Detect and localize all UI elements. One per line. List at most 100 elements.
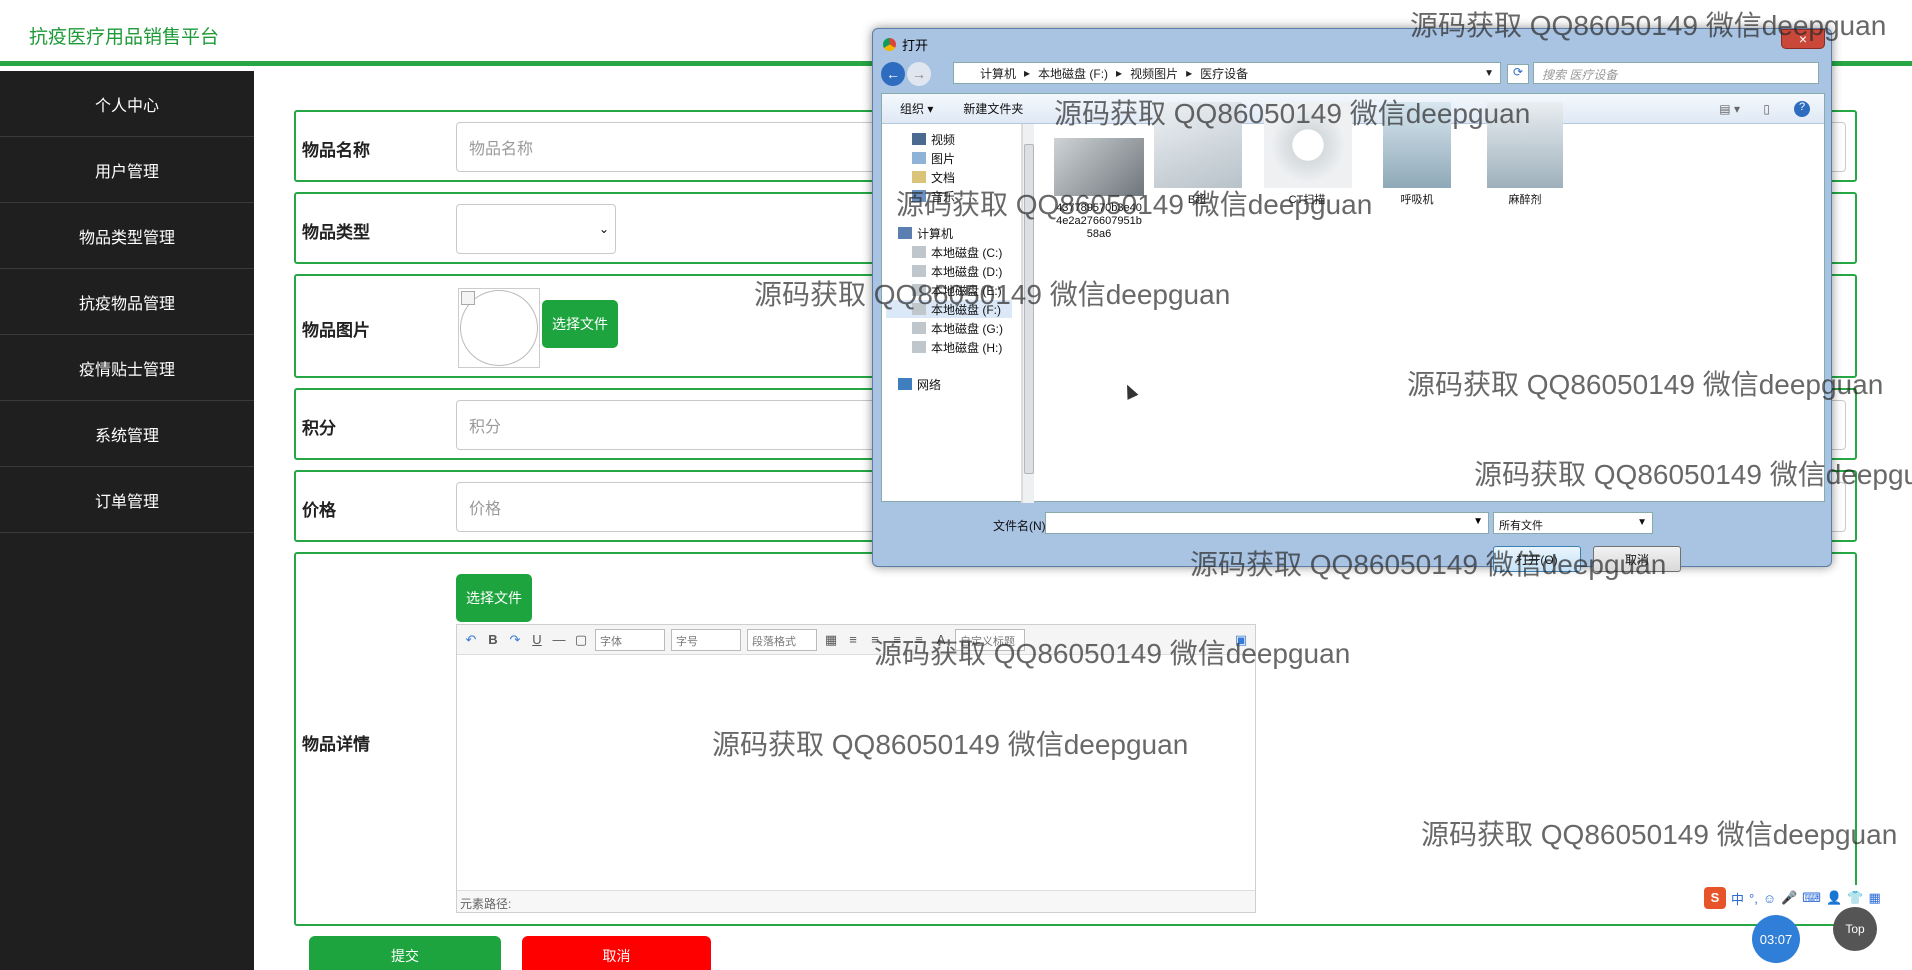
align-center-icon[interactable]: ≡ <box>867 632 883 647</box>
horizontal-rule-icon[interactable]: — <box>551 632 567 647</box>
back-to-top-button[interactable]: Top <box>1833 907 1877 951</box>
organize-menu[interactable]: 组织 ▾ <box>900 100 933 117</box>
sidebar-item-orders[interactable]: 订单管理 <box>0 467 254 533</box>
sidebar-item-system[interactable]: 系统管理 <box>0 401 254 467</box>
forward-icon[interactable]: → <box>907 62 931 86</box>
microphone-icon[interactable]: 🎤 <box>1781 890 1797 906</box>
breadcrumb[interactable]: 计算机 ▸ 本地磁盘 (F:) ▸ 视频图片 ▸ 医疗设备 ▼ <box>953 62 1501 84</box>
chevron-down-icon[interactable]: ▼ <box>1484 68 1494 79</box>
drive-icon <box>912 246 926 258</box>
image-choose-file-button[interactable]: 选择文件 <box>542 300 618 348</box>
name-label: 物品名称 <box>302 141 370 160</box>
filetype-select[interactable]: 所有文件 ▼ <box>1493 512 1653 534</box>
keyboard-icon[interactable]: ⌨ <box>1802 890 1821 906</box>
emoji-icon[interactable]: ☺ <box>1763 891 1776 906</box>
skin-icon[interactable]: 👕 <box>1847 890 1863 906</box>
tree-item-computer[interactable]: 计算机 <box>898 224 953 242</box>
redo-icon[interactable]: ↷ <box>507 632 523 648</box>
font-size-select[interactable]: 字号 <box>671 628 741 651</box>
user-icon[interactable]: 👤 <box>1826 890 1842 906</box>
tree-item-drive-f[interactable]: 本地磁盘 (F:) <box>886 300 1012 318</box>
tree-item-drive-c[interactable]: 本地磁盘 (C:) <box>912 243 1002 261</box>
drive-icon <box>912 284 926 296</box>
refresh-icon[interactable]: ⟳ <box>1507 64 1529 84</box>
sidebar-item-personal-center[interactable]: 个人中心 <box>0 71 254 137</box>
breadcrumb-drive-f[interactable]: 本地磁盘 (F:) <box>1038 65 1108 82</box>
align-justify-icon[interactable]: ≡ <box>911 632 927 647</box>
tree-item-drive-g[interactable]: 本地磁盘 (G:) <box>912 319 1003 337</box>
back-icon[interactable]: ← <box>881 62 905 86</box>
type-select[interactable]: ⌄ <box>456 204 616 254</box>
chevron-down-icon[interactable]: ▼ <box>1473 516 1483 527</box>
cancel-button[interactable]: 取消 <box>522 936 711 970</box>
tree-scrollbar[interactable] <box>1022 124 1034 503</box>
filename-input[interactable]: ▼ <box>1045 512 1489 534</box>
new-folder-button[interactable]: 新建文件夹 <box>963 100 1023 117</box>
table-icon[interactable]: ▦ <box>823 632 839 648</box>
align-left-icon[interactable]: ≡ <box>845 632 861 647</box>
network-icon <box>898 378 912 390</box>
tree-scrollbar-thumb[interactable] <box>1024 144 1034 474</box>
dialog-open-button[interactable]: 打开(O) <box>1493 546 1581 572</box>
ime-language-toggle[interactable]: 中 <box>1731 889 1744 908</box>
tree-item-drive-h[interactable]: 本地磁盘 (H:) <box>912 338 1002 356</box>
underline-icon[interactable]: U <box>529 632 545 647</box>
custom-title-select[interactable]: 自定义标题 <box>955 628 1025 651</box>
dialog-address-bar: ← → 计算机 ▸ 本地磁盘 (F:) ▸ 视频图片 ▸ 医疗设备 ▼ ⟳ 搜索 医疗… <box>881 59 1825 89</box>
broken-image-icon <box>461 291 475 305</box>
document-folder-icon <box>912 171 926 183</box>
dialog-close-button[interactable]: × <box>1781 29 1825 49</box>
sidebar-item-antiepidemic-items[interactable]: 抗疫物品管理 <box>0 269 254 335</box>
ime-toolbar[interactable]: S 中 °, ☺ 🎤 ⌨ 👤 👕 ▦ <box>1700 885 1908 911</box>
bold-icon[interactable]: B <box>485 632 501 647</box>
file-item-hash[interactable]: 437789570b3e404e2a276607951b58a6 <box>1054 138 1144 241</box>
tree-item-network[interactable]: 网络 <box>898 375 941 393</box>
drive-icon <box>912 265 926 277</box>
chevron-down-icon: ⌄ <box>598 222 609 236</box>
tree-item-videos[interactable]: 视频 <box>912 130 955 148</box>
dialog-title: 打开 <box>902 38 929 53</box>
image-preview <box>458 288 540 368</box>
search-input[interactable]: 搜索 医疗设备 <box>1533 62 1819 84</box>
detail-choose-file-button[interactable]: 选择文件 <box>456 574 532 622</box>
file-item-ct-scan[interactable]: CT扫描 <box>1264 102 1352 207</box>
fullscreen-icon[interactable]: ▣ <box>1233 632 1249 648</box>
editor-toolbar: ↶ B ↷ U — ▢ 字体 字号 段落格式 ▦ ≡ ≡ ≡ ≡ A 自定义标题… <box>457 625 1255 655</box>
sidebar-item-users[interactable]: 用户管理 <box>0 137 254 203</box>
font-family-select[interactable]: 字体 <box>595 628 665 651</box>
timer-badge: 03:07 <box>1752 915 1800 963</box>
preview-pane-icon[interactable]: ▯ <box>1763 102 1770 116</box>
align-right-icon[interactable]: ≡ <box>889 632 905 647</box>
page-icon[interactable]: ▢ <box>573 632 589 648</box>
drive-icon <box>912 341 926 353</box>
punctuation-icon[interactable]: °, <box>1749 891 1758 906</box>
file-thumbnail <box>1264 102 1352 188</box>
breadcrumb-medical-equipment[interactable]: 医疗设备 <box>1200 65 1248 82</box>
file-item-anesthesia[interactable]: 麻醉剂 <box>1482 102 1568 207</box>
tree-item-drive-e[interactable]: 本地磁盘 (E:) <box>912 281 1002 299</box>
file-item-b-ultrasound[interactable]: B超 <box>1154 102 1242 207</box>
undo-icon[interactable]: ↶ <box>463 632 479 648</box>
tree-item-drive-d[interactable]: 本地磁盘 (D:) <box>912 262 1002 280</box>
video-folder-icon <box>912 133 926 145</box>
sidebar-item-item-types[interactable]: 物品类型管理 <box>0 203 254 269</box>
tree-item-documents[interactable]: 文档 <box>912 168 955 186</box>
breadcrumb-video-pictures[interactable]: 视频图片 <box>1130 65 1178 82</box>
help-icon[interactable]: ? <box>1794 100 1810 117</box>
tree-item-pictures[interactable]: 图片 <box>912 149 955 167</box>
folder-tree: 视频 图片 文档 音乐 计算机 本地磁盘 (C:) 本地磁盘 (D:) 本地磁盘… <box>882 124 1022 503</box>
sidebar-item-tips[interactable]: 疫情贴士管理 <box>0 335 254 401</box>
submit-button[interactable]: 提交 <box>309 936 501 970</box>
brand-title: 抗疫医疗用品销售平台 <box>29 27 220 48</box>
filename-label: 文件名(N): <box>993 519 1049 533</box>
tree-item-music[interactable]: 音乐 <box>912 187 955 205</box>
breadcrumb-computer[interactable]: 计算机 <box>980 65 1016 82</box>
chrome-icon <box>883 38 896 51</box>
dialog-cancel-button[interactable]: 取消 <box>1593 546 1681 572</box>
paragraph-format-select[interactable]: 段落格式 <box>747 628 817 651</box>
file-item-ventilator[interactable]: 呼吸机 <box>1374 102 1460 207</box>
editor-content-area[interactable] <box>457 655 1255 891</box>
grid-menu-icon[interactable]: ▦ <box>1868 890 1880 906</box>
font-color-icon[interactable]: A <box>933 632 949 647</box>
view-options-icon[interactable]: ▤ ▾ <box>1719 102 1740 116</box>
